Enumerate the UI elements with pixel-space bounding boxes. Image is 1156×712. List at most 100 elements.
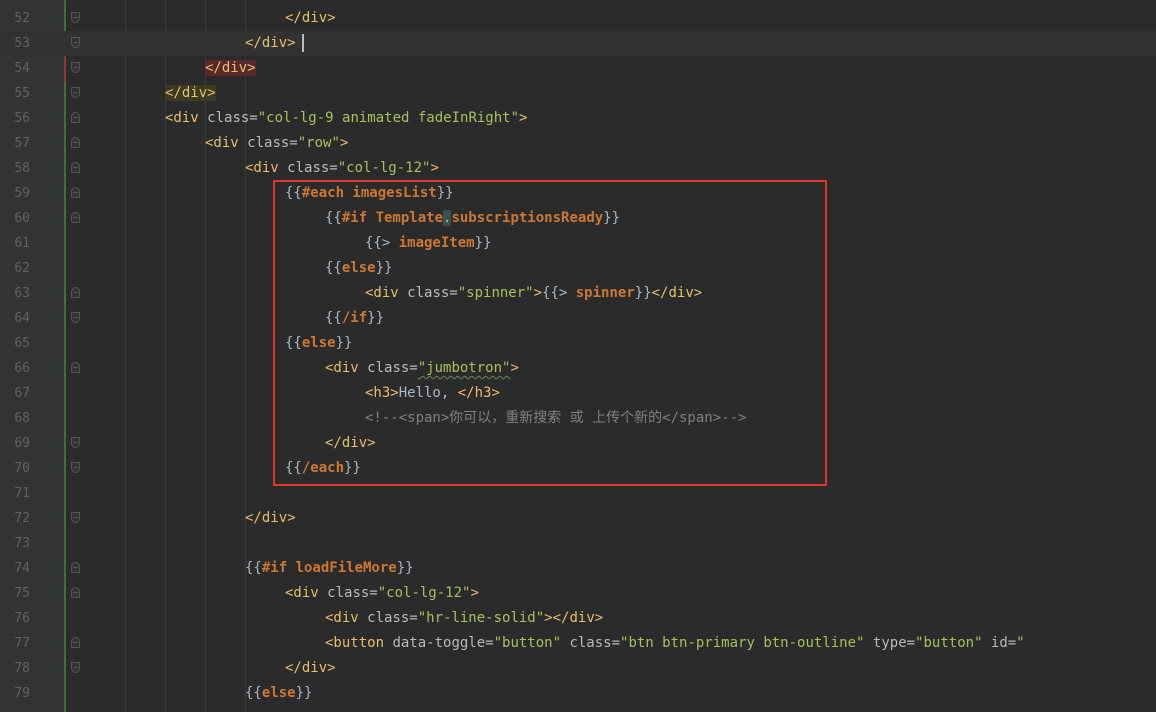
- code-line[interactable]: 70 {{/each}}: [0, 456, 1156, 481]
- code-token: ": [1016, 635, 1025, 651]
- code-line[interactable]: 65 {{else}}: [0, 331, 1156, 356]
- code-text[interactable]: {{#each imagesList}}: [285, 181, 454, 206]
- code-token: </div>: [651, 285, 703, 301]
- code-area[interactable]: 52 </div> 53 </div> 54 </div> 55 </div> 56 <div c…: [0, 0, 1156, 712]
- fold-toggle-icon[interactable]: [71, 162, 80, 173]
- fold-toggle-icon[interactable]: [71, 362, 80, 373]
- code-text[interactable]: <!--<span>你可以，重新搜索 或 上传个新的</span>-->: [365, 406, 746, 431]
- code-line[interactable]: 59 {{#each imagesList}}: [0, 181, 1156, 206]
- code-token: >: [470, 585, 479, 601]
- code-text[interactable]: </div>: [285, 6, 336, 31]
- code-line[interactable]: 54 </div>: [0, 56, 1156, 81]
- line-number: 52: [14, 11, 30, 26]
- code-line[interactable]: 63 <div class="spinner">{{> spinner}}</di…: [0, 281, 1156, 306]
- fold-toggle-icon[interactable]: [71, 212, 80, 223]
- fold-toggle-icon[interactable]: [71, 87, 80, 98]
- code-line[interactable]: 79 {{else}}: [0, 681, 1156, 706]
- code-line[interactable]: 67 <h3>Hello, </h3>: [0, 381, 1156, 406]
- fold-toggle-icon[interactable]: [71, 437, 80, 448]
- code-line[interactable]: 56 <div class="col-lg-9 animated fadeInRi…: [0, 106, 1156, 131]
- fold-toggle-icon[interactable]: [71, 512, 80, 523]
- code-line[interactable]: 74 {{#if loadFileMore}}: [0, 556, 1156, 581]
- code-token: class=: [569, 635, 621, 651]
- code-line[interactable]: 73: [0, 531, 1156, 556]
- code-token: }}: [396, 560, 414, 576]
- line-number: 58: [14, 161, 30, 176]
- fold-toggle-icon[interactable]: [71, 462, 80, 473]
- fold-toggle-icon[interactable]: [71, 112, 80, 123]
- code-line[interactable]: 77 <button data-toggle="button" class="bt…: [0, 631, 1156, 656]
- code-text[interactable]: <div class="col-lg-9 animated fadeInRigh…: [165, 106, 527, 131]
- code-text[interactable]: </div>: [245, 506, 296, 531]
- code-text[interactable]: </div>: [165, 81, 216, 106]
- code-line[interactable]: 58 <div class="col-lg-12">: [0, 156, 1156, 181]
- text-caret: [302, 34, 304, 52]
- code-line[interactable]: 75 <div class="col-lg-12">: [0, 581, 1156, 606]
- code-token: </div>: [205, 60, 256, 76]
- code-text[interactable]: {{else}}: [285, 331, 352, 356]
- code-token: "spinner": [457, 285, 534, 301]
- code-editor[interactable]: 52 </div> 53 </div> 54 </div> 55 </div> 56 <div c…: [0, 0, 1156, 712]
- code-text[interactable]: {{/if}}: [325, 306, 384, 331]
- code-line[interactable]: 71: [0, 481, 1156, 506]
- fold-toggle-icon[interactable]: [71, 312, 80, 323]
- code-text[interactable]: <div class="col-lg-12">: [285, 581, 479, 606]
- code-token: class=: [207, 110, 258, 126]
- code-line[interactable]: 62 {{else}}: [0, 256, 1156, 281]
- fold-toggle-icon[interactable]: [71, 562, 80, 573]
- code-token: {{: [285, 335, 302, 351]
- fold-toggle-icon[interactable]: [71, 187, 80, 198]
- code-line[interactable]: 68 <!--<span>你可以，重新搜索 或 上传个新的</span>-->: [0, 406, 1156, 431]
- code-line[interactable]: 60 {{#if Template.subscriptionsReady}}: [0, 206, 1156, 231]
- code-text[interactable]: </div>: [245, 31, 296, 56]
- fold-toggle-icon[interactable]: [71, 137, 80, 148]
- code-token: "col-lg-12": [337, 160, 431, 176]
- code-text[interactable]: {{else}}: [325, 256, 392, 281]
- code-line[interactable]: 53 </div>: [0, 31, 1156, 56]
- fold-toggle-icon[interactable]: [71, 287, 80, 298]
- code-line[interactable]: 78 </div>: [0, 656, 1156, 681]
- code-text[interactable]: <div class="hr-line-solid"></div>: [325, 606, 603, 631]
- code-text[interactable]: </div>: [285, 656, 336, 681]
- code-line[interactable]: 55 </div>: [0, 81, 1156, 106]
- code-token: "btn btn-primary btn-outline": [620, 635, 873, 651]
- code-text[interactable]: {{#if Template.subscriptionsReady}}: [325, 206, 620, 231]
- code-line[interactable]: 61 {{> imageItem}}: [0, 231, 1156, 256]
- code-text[interactable]: <div class="col-lg-12">: [245, 156, 439, 181]
- code-text[interactable]: <div class="row">: [205, 131, 348, 156]
- code-line[interactable]: 72 </div>: [0, 506, 1156, 531]
- fold-toggle-icon[interactable]: [71, 12, 80, 23]
- code-text[interactable]: <h3>Hello, </h3>: [365, 381, 500, 406]
- code-token: /each: [301, 460, 345, 476]
- code-token: >: [287, 35, 296, 51]
- code-token: }}: [474, 235, 492, 251]
- code-text[interactable]: <button data-toggle="button" class="btn …: [325, 631, 1025, 656]
- line-number: 64: [14, 311, 30, 326]
- code-text[interactable]: {{#if loadFileMore}}: [245, 556, 414, 581]
- code-line[interactable]: 69 </div>: [0, 431, 1156, 456]
- fold-toggle-icon[interactable]: [71, 587, 80, 598]
- code-text[interactable]: {{/each}}: [285, 456, 361, 481]
- code-token: #if Template: [341, 210, 444, 226]
- code-text[interactable]: {{> imageItem}}: [365, 231, 491, 256]
- code-token: subscriptionsReady: [451, 210, 604, 226]
- fold-toggle-icon[interactable]: [71, 62, 80, 73]
- code-line[interactable]: 57 <div class="row">: [0, 131, 1156, 156]
- code-line[interactable]: 64 {{/if}}: [0, 306, 1156, 331]
- code-text[interactable]: <div class="spinner">{{> spinner}}</div>: [365, 281, 702, 306]
- code-token: class=: [407, 285, 458, 301]
- code-text[interactable]: <div class="jumbotron">: [325, 356, 519, 381]
- code-line[interactable]: 66 <div class="jumbotron">: [0, 356, 1156, 381]
- code-text[interactable]: {{else}}: [245, 681, 312, 706]
- fold-toggle-icon[interactable]: [71, 37, 80, 48]
- line-number: 54: [14, 61, 30, 76]
- code-text[interactable]: </div>: [205, 56, 256, 81]
- code-token: }}: [335, 335, 353, 351]
- code-line[interactable]: 76 <div class="hr-line-solid"></div>: [0, 606, 1156, 631]
- code-text[interactable]: </div>: [325, 431, 376, 456]
- code-token: </div>: [285, 660, 336, 676]
- code-line[interactable]: 52 </div>: [0, 6, 1156, 31]
- line-number: 72: [14, 511, 30, 526]
- fold-toggle-icon[interactable]: [71, 662, 80, 673]
- fold-toggle-icon[interactable]: [71, 637, 80, 648]
